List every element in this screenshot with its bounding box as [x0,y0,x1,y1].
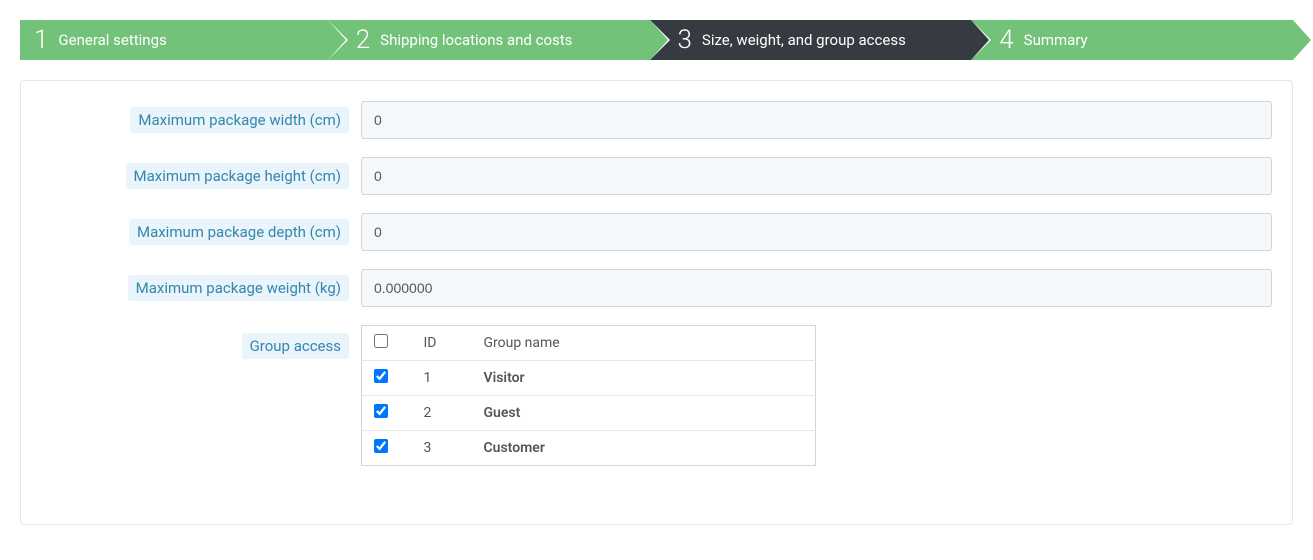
input-max-height[interactable] [361,157,1272,195]
step-number: 3 [678,27,692,53]
row-max-depth: Maximum package depth (cm) [41,213,1272,251]
step-label: Size, weight, and group access [702,31,906,49]
row-id: 2 [412,396,472,431]
table-row: 2 Guest [362,396,816,431]
header-group-name: Group name [472,326,816,361]
label-group-access: Group access [41,325,361,359]
row-name: Customer [472,431,816,466]
step-label: General settings [58,31,166,49]
step-shipping-locations[interactable]: 2 Shipping locations and costs [328,20,650,60]
input-max-weight[interactable] [361,269,1272,307]
header-id: ID [412,326,472,361]
row-max-height: Maximum package height (cm) [41,157,1272,195]
label-max-weight: Maximum package weight (kg) [41,275,361,301]
row-id: 3 [412,431,472,466]
group-access-table: ID Group name 1 Visitor 2 Guest [361,325,816,466]
step-label: Summary [1024,31,1088,49]
step-summary[interactable]: 4 Summary [971,20,1293,60]
row-checkbox[interactable] [374,369,388,383]
row-id: 1 [412,361,472,396]
step-general-settings[interactable]: 1 General settings [20,20,328,60]
row-max-width: Maximum package width (cm) [41,101,1272,139]
row-checkbox[interactable] [374,439,388,453]
input-max-width[interactable] [361,101,1272,139]
table-row: 3 Customer [362,431,816,466]
label-max-width: Maximum package width (cm) [41,107,361,133]
table-row: 1 Visitor [362,361,816,396]
step-number: 4 [999,27,1013,53]
label-max-height: Maximum package height (cm) [41,163,361,189]
row-name: Visitor [472,361,816,396]
input-max-depth[interactable] [361,213,1272,251]
step-number: 1 [34,27,48,53]
row-checkbox[interactable] [374,404,388,418]
row-max-weight: Maximum package weight (kg) [41,269,1272,307]
row-name: Guest [472,396,816,431]
step-size-weight-group[interactable]: 3 Size, weight, and group access [650,20,972,60]
table-header-row: ID Group name [362,326,816,361]
select-all-checkbox[interactable] [374,334,388,348]
form-panel: Maximum package width (cm) Maximum packa… [20,80,1293,525]
step-label: Shipping locations and costs [380,31,572,49]
row-group-access: Group access ID Group name 1 Visitor [41,325,1272,466]
step-number: 2 [356,27,370,53]
wizard-steps: 1 General settings 2 Shipping locations … [0,0,1313,60]
label-max-depth: Maximum package depth (cm) [41,219,361,245]
